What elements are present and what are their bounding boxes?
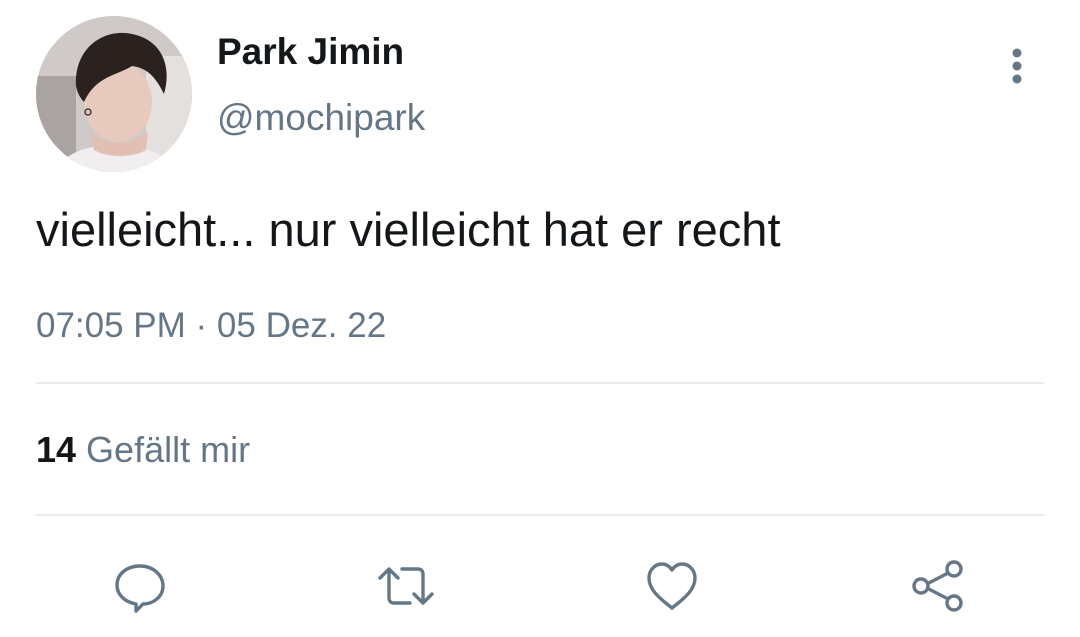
tweet-timestamp[interactable]: 07:05 PM · 05 Dez. 22 — [36, 304, 386, 348]
author-display-name[interactable]: Park Jimin — [217, 30, 404, 74]
retweet-button[interactable] — [376, 556, 436, 616]
likes-count: 14 — [36, 429, 77, 470]
retweet-icon — [378, 567, 434, 605]
more-vertical-icon — [1012, 48, 1022, 84]
like-icon — [647, 562, 697, 610]
tweet-detail: Park Jimin @mochipark vielleicht... nur … — [0, 0, 1080, 637]
more-options-button[interactable] — [1000, 42, 1034, 90]
author-handle[interactable]: @mochipark — [217, 96, 425, 140]
avatar[interactable] — [36, 16, 192, 172]
share-icon — [912, 560, 963, 612]
like-button[interactable] — [642, 556, 702, 616]
likes-stat[interactable]: 14 Gefällt mir — [36, 428, 250, 472]
tweet-text: vielleicht... nur vielleicht hat er rech… — [36, 203, 781, 256]
reply-icon — [115, 564, 165, 613]
divider — [36, 514, 1044, 516]
divider — [36, 382, 1044, 384]
profile-photo-icon — [36, 16, 192, 172]
likes-label: Gefällt mir — [86, 429, 251, 470]
reply-button[interactable] — [110, 556, 170, 616]
share-button[interactable] — [908, 556, 968, 616]
